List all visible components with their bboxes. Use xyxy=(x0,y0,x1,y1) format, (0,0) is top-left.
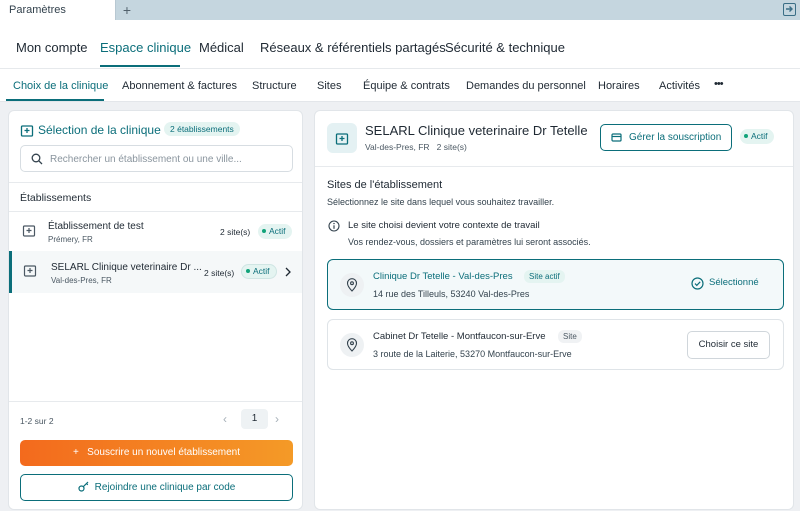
nav-reseaux-referentiels[interactable]: Réseaux & référentiels partagés xyxy=(260,40,446,55)
window-tab-bar: Paramètres + xyxy=(0,0,800,20)
divider xyxy=(9,182,302,183)
establishment-name: SELARL Clinique veterinaire Dr ... xyxy=(51,262,202,273)
divider xyxy=(9,401,302,402)
tab-structure[interactable]: Structure xyxy=(252,80,297,92)
status-dot-icon xyxy=(262,228,266,233)
nav-securite-technique[interactable]: Sécurité & technique xyxy=(445,40,565,55)
clinic-title: SELARL Clinique veterinaire Dr Tetelle xyxy=(365,123,588,138)
manage-subscription-button[interactable]: Gérer la souscription xyxy=(600,124,732,151)
site-name: Cabinet Dr Tetelle - Montfaucon-sur-Erve xyxy=(373,331,546,342)
establishment-name: Établissement de test xyxy=(48,221,144,232)
hospital-icon xyxy=(20,125,34,137)
tab-demandes-personnel[interactable]: Demandes du personnel xyxy=(466,80,586,92)
hospital-icon xyxy=(327,123,357,153)
tab-abonnement-factures[interactable]: Abonnement & factures xyxy=(122,80,237,92)
chevron-left-icon[interactable]: ‹ xyxy=(223,412,227,426)
clinic-subtitle: Val-des-Pres, FR 2 site(s) xyxy=(365,142,467,152)
clinic-selection-panel: Sélection de la clinique 2 établissement… xyxy=(8,110,303,510)
more-tabs-button[interactable]: ••• xyxy=(714,78,724,90)
nav-mon-compte[interactable]: Mon compte xyxy=(16,40,88,55)
site-tag: Site xyxy=(558,330,582,343)
status-label: Actif xyxy=(253,266,270,276)
join-clinic-by-code-button[interactable]: Rejoindre une clinique par code xyxy=(20,474,293,501)
selected-label: Sélectionné xyxy=(709,277,759,288)
button-label: Gérer la souscription xyxy=(629,132,722,143)
status-dot-icon xyxy=(744,133,748,138)
status-badge: Actif xyxy=(740,129,774,144)
establishment-sites-count: 2 site(s) xyxy=(220,227,251,237)
section-label: Établissements xyxy=(20,192,92,204)
establishment-location: Val-des-Pres, FR xyxy=(51,276,112,285)
clinic-sites-count: 2 site(s) xyxy=(436,142,467,152)
building-icon xyxy=(23,265,37,277)
establishment-row-selected[interactable]: SELARL Clinique veterinaire Dr ... Val-d… xyxy=(9,251,302,293)
panel-title: Sélection de la clinique xyxy=(38,123,161,137)
search-box xyxy=(20,145,293,172)
check-circle-icon xyxy=(691,277,704,290)
clinic-details-panel: SELARL Clinique veterinaire Dr Tetelle V… xyxy=(314,110,794,510)
clinic-location: Val-des-Pres, FR xyxy=(365,142,430,152)
tab-choix-clinique[interactable]: Choix de la clinique xyxy=(13,80,108,92)
active-nav-indicator xyxy=(100,65,180,67)
exit-icon[interactable] xyxy=(783,3,796,16)
status-label: Actif xyxy=(269,226,286,236)
location-pin-icon xyxy=(340,273,364,297)
sub-navigation: Choix de la clinique Abonnement & factur… xyxy=(0,68,800,102)
active-tab-indicator xyxy=(6,99,104,101)
site-card[interactable]: Cabinet Dr Tetelle - Montfaucon-sur-Erve… xyxy=(327,319,784,370)
choose-site-button[interactable]: Choisir ce site xyxy=(687,331,770,359)
sites-section-title: Sites de l'établissement xyxy=(327,179,443,191)
sites-section-description: Sélectionnez le site dans lequel vous so… xyxy=(327,197,555,207)
status-label: Actif xyxy=(751,131,768,141)
establishments-count-badge: 2 établissements xyxy=(164,122,240,136)
chevron-right-icon xyxy=(285,267,291,277)
site-active-tag: Site actif xyxy=(524,270,565,283)
status-badge: Actif xyxy=(258,224,292,239)
subscribe-new-establishment-button[interactable]: + Souscrire un nouvel établissement xyxy=(20,440,293,466)
nav-espace-clinique[interactable]: Espace clinique xyxy=(100,40,191,55)
chevron-right-icon[interactable]: › xyxy=(275,412,279,426)
establishment-location: Prémery, FR xyxy=(48,235,93,244)
info-description: Vos rendez-vous, dossiers et paramètres … xyxy=(348,237,591,247)
location-pin-icon xyxy=(340,333,364,357)
site-card-selected[interactable]: Clinique Dr Tetelle - Val-des-Pres Site … xyxy=(327,259,784,310)
site-name: Clinique Dr Tetelle - Val-des-Pres xyxy=(373,271,513,282)
status-badge: Actif xyxy=(241,264,277,279)
tab-parametres[interactable]: Paramètres xyxy=(0,0,116,20)
tab-sites[interactable]: Sites xyxy=(317,80,341,92)
divider xyxy=(315,166,793,167)
pagination-range: 1-2 sur 2 xyxy=(20,416,54,426)
new-tab-button[interactable]: + xyxy=(120,2,134,18)
site-address: 3 route de la Laiterie, 53270 Montfaucon… xyxy=(373,349,572,359)
building-icon xyxy=(22,225,36,237)
key-icon xyxy=(78,481,89,492)
button-label: Souscrire un nouvel établissement xyxy=(87,447,241,458)
card-icon xyxy=(611,133,622,142)
button-label: Rejoindre une clinique par code xyxy=(94,482,236,493)
tab-equipe-contrats[interactable]: Équipe & contrats xyxy=(363,80,450,92)
info-icon xyxy=(328,220,340,232)
establishment-sites-count: 2 site(s) xyxy=(204,268,235,278)
search-icon xyxy=(31,153,43,165)
establishment-row[interactable]: Établissement de test Prémery, FR 2 site… xyxy=(9,212,302,250)
site-address: 14 rue des Tilleuls, 53240 Val-des-Pres xyxy=(373,289,530,299)
nav-medical[interactable]: Médical xyxy=(199,40,244,55)
info-title: Le site choisi devient votre contexte de… xyxy=(348,220,540,231)
tab-horaires[interactable]: Horaires xyxy=(598,80,640,92)
plus-icon: + xyxy=(72,447,79,458)
status-dot-icon xyxy=(246,268,250,273)
tab-activites[interactable]: Activités xyxy=(659,80,700,92)
search-input[interactable] xyxy=(50,151,285,167)
page-number-button[interactable]: 1 xyxy=(241,409,268,429)
main-navigation: Mon compte Espace clinique Médical Résea… xyxy=(0,20,800,68)
